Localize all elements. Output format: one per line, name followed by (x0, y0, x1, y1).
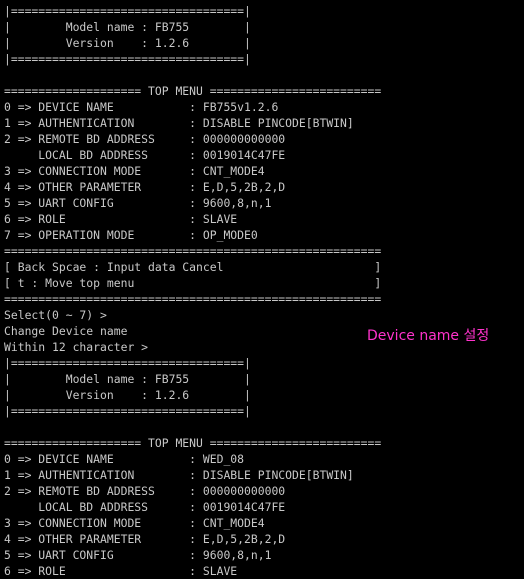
terminal-line-menu-uart-config: 5 => UART CONFIG : 9600,8,n,1 (4, 196, 272, 210)
terminal-line-menu-remote-bd: 2 => REMOTE BD ADDRESS : 000000000000 (4, 484, 286, 498)
terminal-line-menu-operation-mode: 7 => OPERATION MODE : OP_MODE0 (4, 228, 258, 242)
terminal-line-banner-bottom: |==================================| (4, 52, 251, 66)
terminal-line-version: | Version : 1.2.6 | (4, 36, 251, 50)
terminal-line-separator: ========================================… (4, 244, 382, 258)
terminal-line-separator: ========================================… (4, 292, 382, 306)
terminal-line-top-menu-header: ==================== TOP MENU ==========… (4, 84, 382, 98)
terminal-line-menu-local-bd: LOCAL BD ADDRESS : 0019014C47FE (4, 148, 286, 162)
terminal-line-menu-authentication: 1 => AUTHENTICATION : DISABLE PINCODE[BT… (4, 468, 354, 482)
terminal-line-menu-device-name: 0 => DEVICE NAME : WED_08 (4, 452, 245, 466)
terminal-line-menu-other-parameter: 4 => OTHER PARAMETER : E,D,5,2B,2,D (4, 180, 286, 194)
terminal-line-menu-local-bd: LOCAL BD ADDRESS : 0019014C47FE (4, 500, 286, 514)
terminal-line-menu-device-name: 0 => DEVICE NAME : FB755v1.2.6 (4, 100, 279, 114)
terminal-line-menu-remote-bd: 2 => REMOTE BD ADDRESS : 000000000000 (4, 132, 286, 146)
terminal-line-help-backspace: [ Back Spcae : Input data Cancel ] (4, 260, 382, 274)
terminal-line-version: | Version : 1.2.6 | (4, 388, 251, 402)
terminal-line-menu-role: 6 => ROLE : SLAVE (4, 564, 238, 578)
terminal-line-banner-top: |==================================| (4, 356, 251, 370)
terminal-line-menu-connection-mode: 3 => CONNECTION MODE : CNT_MODE4 (4, 164, 265, 178)
terminal-line-model-name: | Model name : FB755 | (4, 20, 251, 34)
terminal-line-banner-bottom: |==================================| (4, 404, 251, 418)
terminal-line-menu-role: 6 => ROLE : SLAVE (4, 212, 238, 226)
terminal-line-menu-authentication: 1 => AUTHENTICATION : DISABLE PINCODE[BT… (4, 116, 354, 130)
terminal-line-menu-connection-mode: 3 => CONNECTION MODE : CNT_MODE4 (4, 516, 265, 530)
terminal-line-select-prompt: Select(0 ~ 7) > (4, 308, 107, 322)
annotation-device-name-setting: Device name 설정 (367, 328, 490, 344)
terminal-line-help-top-menu: [ t : Move top menu ] (4, 276, 382, 290)
terminal-line-menu-other-parameter: 4 => OTHER PARAMETER : E,D,5,2B,2,D (4, 532, 286, 546)
terminal-line-model-name: | Model name : FB755 | (4, 372, 251, 386)
terminal-line-banner-top: |==================================| (4, 4, 251, 18)
terminal-line-menu-uart-config: 5 => UART CONFIG : 9600,8,n,1 (4, 548, 272, 562)
terminal-output[interactable]: |==================================| | M… (4, 3, 522, 579)
terminal-line-top-menu-header: ==================== TOP MENU ==========… (4, 436, 382, 450)
